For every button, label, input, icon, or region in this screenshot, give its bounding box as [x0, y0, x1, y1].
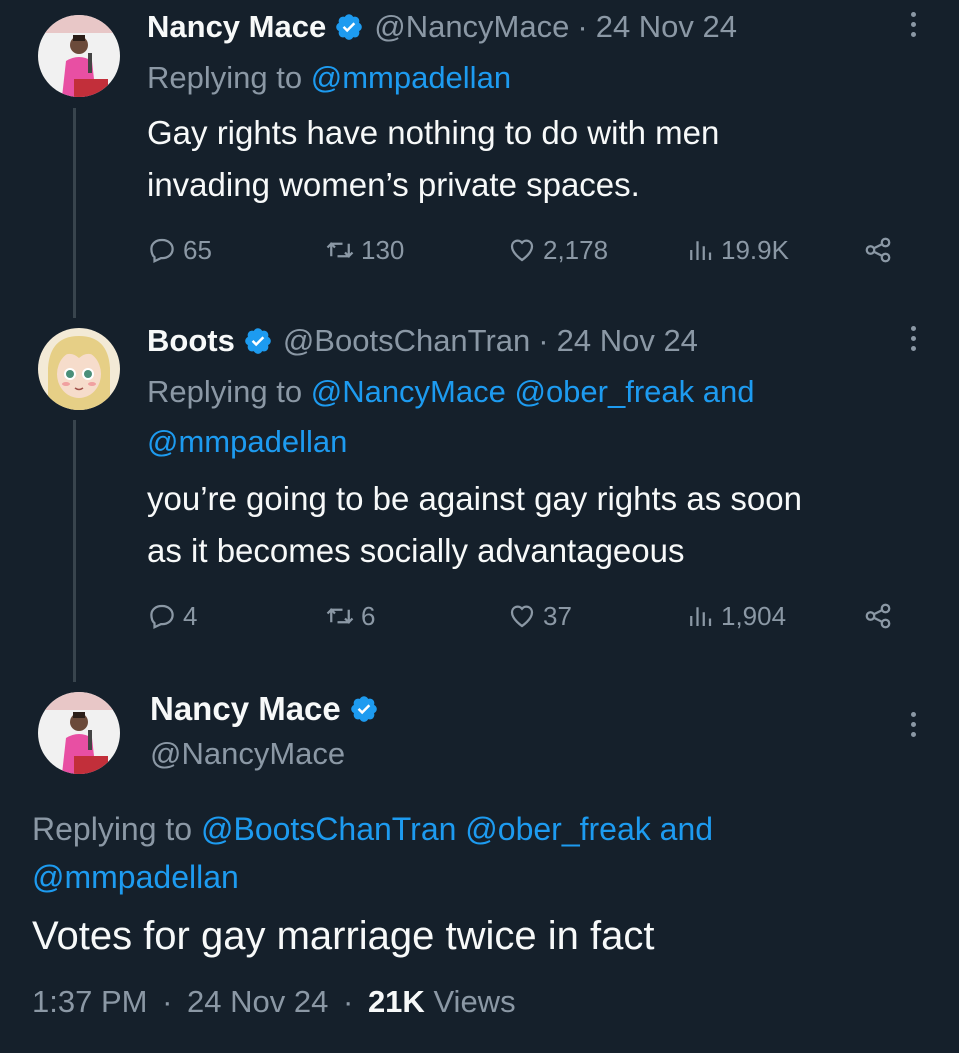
- reply-count: 4: [183, 600, 198, 631]
- replying-to: Replying to @NancyMace @ober_freak and: [147, 367, 754, 417]
- tweet-date[interactable]: 24 Nov 24: [187, 984, 328, 1019]
- mention-link[interactable]: @BootsChanTran @ober_freak and: [201, 811, 713, 847]
- mention-link[interactable]: @mmpadellan: [32, 859, 239, 895]
- reply-button[interactable]: 4: [147, 596, 197, 636]
- avatar[interactable]: [38, 328, 120, 410]
- mention-link[interactable]: @mmpadellan: [311, 60, 511, 95]
- tweet-thread: Nancy Mace @NancyMace · 24 Nov 24 Replyi…: [0, 0, 959, 1053]
- avatar[interactable]: [38, 692, 120, 774]
- tweet-text: Gay rights have nothing to do with men i…: [147, 107, 907, 211]
- main-tweet-header: Nancy Mace @NancyMace: [150, 690, 389, 772]
- tweet-text-line: as it becomes socially advantageous: [147, 532, 685, 569]
- retweet-count: 130: [361, 234, 405, 265]
- like-icon: [507, 601, 537, 631]
- retweet-icon: [325, 601, 355, 631]
- handle[interactable]: @BootsChanTran: [283, 323, 530, 359]
- retweet-button[interactable]: 130: [325, 230, 404, 270]
- views-icon: [685, 235, 715, 265]
- more-options-icon[interactable]: [907, 326, 919, 351]
- separator: ·: [342, 984, 354, 1019]
- tweet-actions: 65 130 2,178 19.9K: [147, 230, 907, 270]
- verified-badge-icon: [243, 326, 273, 356]
- views-label: Views: [433, 984, 516, 1019]
- verified-badge-icon: [349, 694, 379, 724]
- tweet-time[interactable]: 1:37 PM: [32, 984, 147, 1019]
- mention-link[interactable]: @mmpadellan: [147, 424, 347, 459]
- timestamp[interactable]: 24 Nov 24: [557, 323, 698, 359]
- avatar[interactable]: [38, 15, 120, 97]
- share-icon: [863, 235, 893, 265]
- retweet-icon: [325, 235, 355, 265]
- share-icon: [863, 601, 893, 631]
- tweet-text-line: invading women’s private spaces.: [147, 166, 640, 203]
- views-button[interactable]: 19.9K: [685, 230, 789, 270]
- views-count[interactable]: 21K: [368, 984, 425, 1019]
- display-name[interactable]: Boots: [147, 323, 235, 359]
- like-count: 2,178: [543, 234, 609, 265]
- views-count: 19.9K: [721, 234, 789, 265]
- reply-button[interactable]: 65: [147, 230, 212, 270]
- tweet-metadata: 1:37 PM · 24 Nov 24 · 21K Views: [32, 984, 516, 1020]
- handle[interactable]: @NancyMace: [374, 9, 569, 45]
- views-button[interactable]: 1,904: [685, 596, 786, 636]
- tweet-text-line: Gay rights have nothing to do with men: [147, 114, 720, 151]
- tweet-header: Boots @BootsChanTran · 24 Nov 24: [147, 318, 698, 364]
- separator: ·: [538, 323, 549, 358]
- like-count: 37: [543, 600, 572, 631]
- share-button[interactable]: [863, 230, 893, 270]
- separator: ·: [577, 9, 588, 44]
- handle[interactable]: @NancyMace: [150, 736, 389, 772]
- timestamp[interactable]: 24 Nov 24: [596, 9, 737, 45]
- replying-prefix: Replying to: [147, 60, 311, 95]
- replying-to: Replying to @mmpadellan: [147, 53, 511, 103]
- like-button[interactable]: 37: [507, 596, 572, 636]
- tweet-actions: 4 6 37 1,904: [147, 596, 907, 636]
- main-tweet-text: Votes for gay marriage twice in fact: [32, 914, 655, 958]
- tweet-header: Nancy Mace @NancyMace · 24 Nov 24: [147, 4, 737, 50]
- retweet-count: 6: [361, 600, 376, 631]
- verified-badge-icon: [334, 12, 364, 42]
- more-options-icon[interactable]: [907, 12, 919, 37]
- display-name[interactable]: Nancy Mace: [150, 690, 341, 728]
- like-button[interactable]: 2,178: [507, 230, 608, 270]
- retweet-button[interactable]: 6: [325, 596, 375, 636]
- reply-icon: [147, 601, 177, 631]
- replying-prefix: Replying to: [32, 811, 201, 847]
- tweet-text: you’re going to be against gay rights as…: [147, 473, 907, 577]
- more-options-icon[interactable]: [907, 712, 919, 737]
- like-icon: [507, 235, 537, 265]
- reply-count: 65: [183, 234, 212, 265]
- mention-link[interactable]: @NancyMace @ober_freak and: [311, 374, 755, 409]
- display-name[interactable]: Nancy Mace: [147, 9, 326, 45]
- thread-connector: [73, 420, 76, 682]
- views-icon: [685, 601, 715, 631]
- replying-prefix: Replying to: [147, 374, 311, 409]
- views-count: 1,904: [721, 600, 787, 631]
- separator: ·: [162, 984, 173, 1019]
- replying-to: Replying to @BootsChanTran @ober_freak a…: [32, 805, 912, 901]
- share-button[interactable]: [863, 596, 893, 636]
- thread-connector: [73, 108, 76, 318]
- replying-to-continued: @mmpadellan: [147, 417, 347, 467]
- reply-icon: [147, 235, 177, 265]
- tweet-text-line: you’re going to be against gay rights as…: [147, 480, 802, 517]
